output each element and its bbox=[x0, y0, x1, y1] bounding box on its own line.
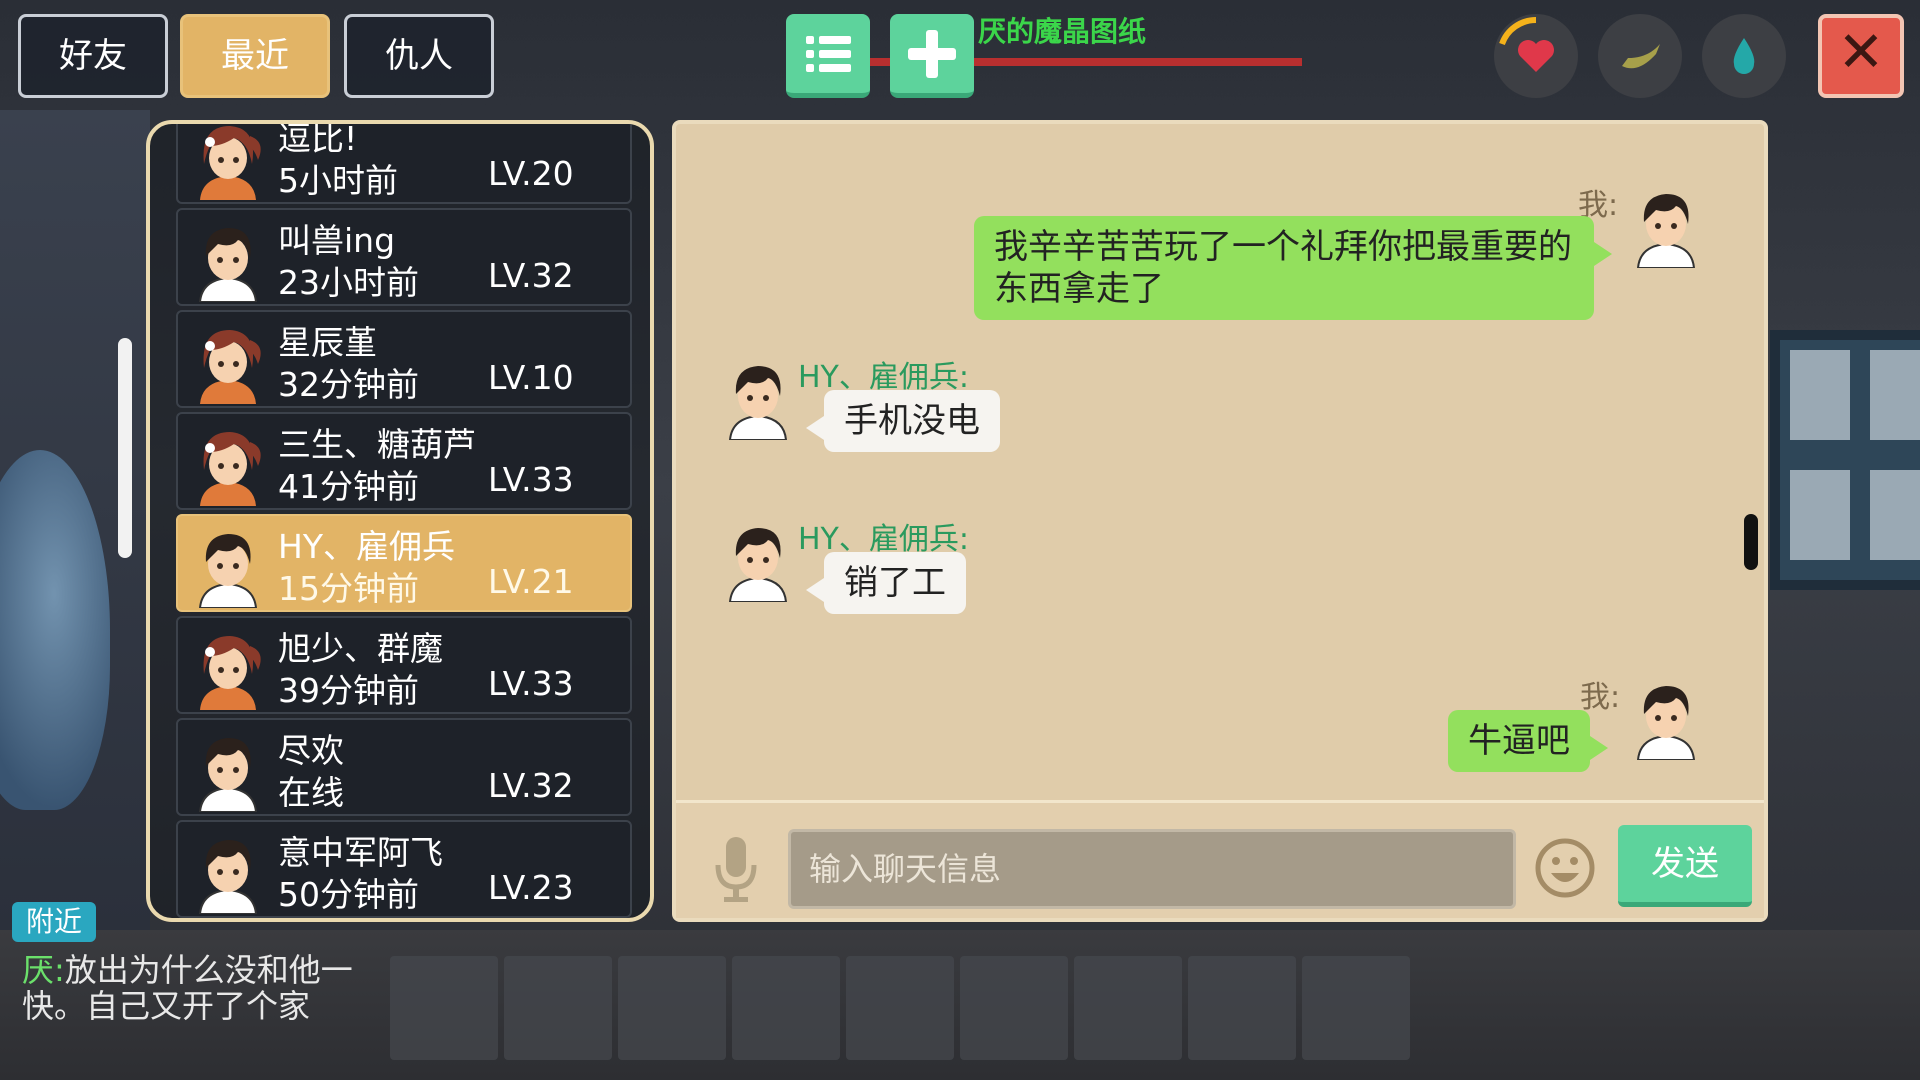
microphone-icon[interactable] bbox=[706, 833, 766, 907]
female-avatar bbox=[188, 422, 268, 506]
friend-level: LV.32 bbox=[488, 766, 574, 805]
quest-title: 厌的魔晶图纸 bbox=[978, 15, 1147, 48]
friend-level: LV.33 bbox=[488, 460, 574, 499]
friend-list-item[interactable]: 三生、糖葫芦 41分钟前 LV.33 bbox=[176, 412, 632, 510]
list-button[interactable] bbox=[786, 14, 870, 98]
hotbar-slot[interactable] bbox=[1188, 956, 1296, 1060]
add-button[interactable] bbox=[890, 14, 974, 98]
friend-name: 意中军阿飞 bbox=[278, 833, 443, 872]
male-avatar bbox=[188, 830, 268, 915]
female-avatar bbox=[188, 320, 268, 404]
water-button[interactable] bbox=[1702, 14, 1786, 98]
hotbar-slot[interactable] bbox=[618, 956, 726, 1060]
chat-input-bar: 发送 bbox=[676, 800, 1764, 918]
male-avatar bbox=[188, 728, 268, 813]
friend-level: LV.32 bbox=[488, 256, 574, 295]
friend-avatar[interactable] bbox=[718, 356, 798, 441]
nearby-tag[interactable]: 附近 bbox=[12, 902, 96, 942]
friend-name: 尽欢 bbox=[278, 731, 344, 770]
friend-level: LV.23 bbox=[488, 868, 574, 907]
send-button[interactable]: 发送 bbox=[1618, 825, 1752, 907]
hotbar-slot[interactable] bbox=[1074, 956, 1182, 1060]
message-bubble: 手机没电 bbox=[806, 390, 1000, 452]
smiley-icon[interactable] bbox=[1534, 837, 1596, 899]
my-avatar[interactable] bbox=[1626, 184, 1706, 269]
item-hotbar bbox=[390, 956, 1414, 1060]
friend-last-seen: 32分钟前 bbox=[278, 365, 419, 404]
message-text: 东西拿走了 bbox=[994, 269, 1164, 309]
health-button[interactable] bbox=[1494, 14, 1578, 98]
friend-last-seen: 15分钟前 bbox=[278, 569, 419, 608]
female-avatar bbox=[188, 626, 268, 710]
friend-last-seen: 5小时前 bbox=[278, 161, 398, 200]
friend-last-seen: 23小时前 bbox=[278, 263, 419, 302]
message-bubble: 牛逼吧 bbox=[1448, 710, 1608, 772]
male-avatar bbox=[188, 218, 268, 303]
female-avatar bbox=[188, 124, 268, 200]
hotbar-slot[interactable] bbox=[846, 956, 954, 1060]
world-chat-message: 厌:放出为什么没和他一快。自己又开了个家 bbox=[22, 952, 382, 1024]
friend-level: LV.33 bbox=[488, 664, 574, 703]
chat-message-input[interactable] bbox=[788, 829, 1516, 909]
close-button[interactable]: ✕ bbox=[1818, 14, 1904, 98]
friend-list-item[interactable]: 叫兽ing 23小时前 LV.32 bbox=[176, 208, 632, 306]
friend-list-item[interactable]: 旭少、群魔 39分钟前 LV.33 bbox=[176, 616, 632, 714]
list-icon bbox=[806, 36, 851, 72]
hotbar-slot[interactable] bbox=[504, 956, 612, 1060]
friend-list-item[interactable]: 星辰堇 32分钟前 LV.10 bbox=[176, 310, 632, 408]
hotbar-slot[interactable] bbox=[390, 956, 498, 1060]
male-avatar bbox=[188, 524, 268, 609]
tab-friends[interactable]: 好友 bbox=[18, 14, 168, 98]
friend-last-seen: 39分钟前 bbox=[278, 671, 419, 710]
friend-name: 星辰堇 bbox=[278, 323, 377, 362]
tab-enemies[interactable]: 仇人 bbox=[344, 14, 494, 98]
message-sender: 我: bbox=[1580, 680, 1621, 715]
message-text: 我辛辛苦苦玩了一个礼拜你把最重要的 bbox=[994, 227, 1572, 267]
hotbar-slot[interactable] bbox=[960, 956, 1068, 1060]
message-text: 牛逼吧 bbox=[1468, 721, 1570, 761]
friend-avatar[interactable] bbox=[718, 518, 798, 603]
friend-level: LV.20 bbox=[488, 154, 574, 193]
friend-list-panel[interactable]: 逗比! 5小时前 LV.20 叫兽ing 23小时前 LV.32 星辰堇 32分钟前 LV.10… bbox=[146, 120, 654, 922]
message-text: 销了工 bbox=[844, 563, 946, 603]
friend-name: 叫兽ing bbox=[278, 221, 396, 260]
friend-list-item[interactable]: 意中军阿飞 50分钟前 LV.23 bbox=[176, 820, 632, 918]
friend-name: 旭少、群魔 bbox=[278, 629, 443, 668]
friend-last-seen: 50分钟前 bbox=[278, 875, 419, 914]
friend-name: HY、雇佣兵 bbox=[278, 527, 455, 566]
water-drop-icon bbox=[1733, 38, 1755, 74]
tab-recent[interactable]: 最近 bbox=[180, 14, 330, 98]
friend-last-seen: 41分钟前 bbox=[278, 467, 419, 506]
heart-icon bbox=[1499, 16, 1554, 72]
close-icon: ✕ bbox=[1837, 20, 1885, 85]
my-avatar[interactable] bbox=[1626, 676, 1706, 761]
hotbar-slot[interactable] bbox=[1302, 956, 1410, 1060]
background-window bbox=[1770, 330, 1920, 590]
plus-icon bbox=[908, 30, 956, 78]
world-chat-sender: 厌: bbox=[22, 951, 65, 989]
friend-list-scrollbar[interactable] bbox=[118, 338, 132, 558]
friend-list-item[interactable]: 尽欢 在线 LV.32 bbox=[176, 718, 632, 816]
friend-list-item[interactable]: HY、雇佣兵 15分钟前 LV.21 bbox=[176, 514, 632, 612]
message-text: 手机没电 bbox=[844, 401, 980, 441]
message-bubble: 销了工 bbox=[806, 552, 966, 614]
world-chat-text: 放出为什么没和他一快。自己又开了个家 bbox=[22, 951, 353, 1025]
hotbar-slot[interactable] bbox=[732, 956, 840, 1060]
chat-scrollbar[interactable] bbox=[1744, 514, 1758, 570]
chat-panel: 我: 我辛辛苦苦玩了一个礼拜你把最重要的 东西拿走了 HY、雇佣兵: 手机没电 … bbox=[672, 120, 1768, 922]
friend-level: LV.21 bbox=[488, 562, 574, 601]
friend-level: LV.10 bbox=[488, 358, 574, 397]
food-button[interactable] bbox=[1598, 14, 1682, 98]
friend-last-seen: 在线 bbox=[278, 773, 344, 812]
message-bubble: 我辛辛苦苦玩了一个礼拜你把最重要的 东西拿走了 bbox=[974, 216, 1612, 320]
friend-name: 三生、糖葫芦 bbox=[278, 425, 476, 464]
friend-list-item[interactable]: 逗比! 5小时前 LV.20 bbox=[176, 124, 632, 204]
food-icon bbox=[1622, 44, 1660, 69]
